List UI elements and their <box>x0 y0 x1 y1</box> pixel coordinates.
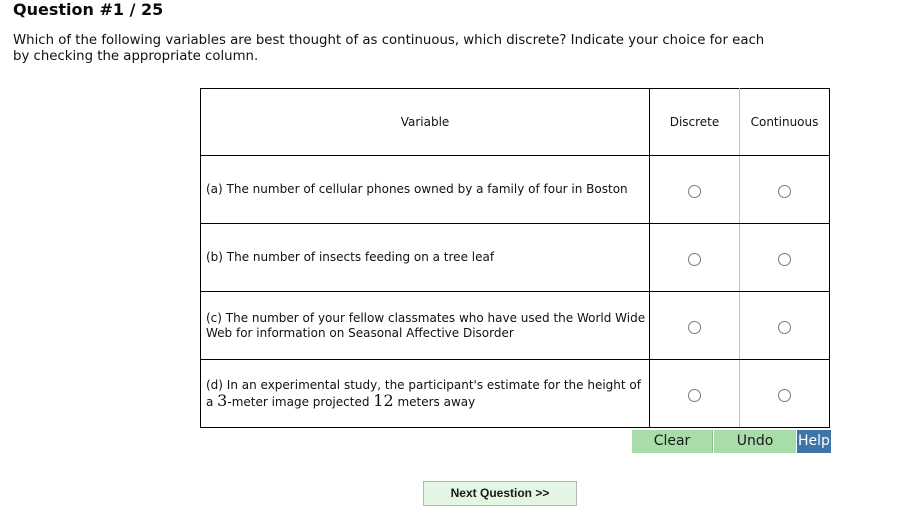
question-prompt: Which of the following variables are bes… <box>13 33 765 64</box>
discrete-cell <box>649 155 740 224</box>
discrete-cell <box>649 359 740 428</box>
variable-label-suffix: meters away <box>393 394 476 409</box>
classification-table: Variable Discrete Continuous (a) The num… <box>200 88 830 428</box>
continuous-column-header: Continuous <box>739 88 830 156</box>
table-row: (d) In an experimental study, the partic… <box>200 359 830 428</box>
variable-label-line1: (d) In an experimental study, the partic… <box>206 377 641 392</box>
help-button[interactable]: Help <box>797 430 831 453</box>
discrete-cell <box>649 291 740 360</box>
clear-button[interactable]: Clear <box>632 430 713 453</box>
table-row: (c) The number of your fellow classmates… <box>200 291 830 360</box>
variable-label-prefix: a <box>206 394 218 409</box>
undo-button[interactable]: Undo <box>714 430 796 453</box>
variable-label-middle: -meter image projected <box>227 394 374 409</box>
next-question-button[interactable]: Next Question >> <box>423 481 577 506</box>
table-row: (a) The number of cellular phones owned … <box>200 155 830 224</box>
math-number: 3 <box>217 390 228 410</box>
question-title: Question #1 / 25 <box>13 0 164 19</box>
discrete-radio[interactable] <box>688 321 701 334</box>
discrete-radio[interactable] <box>688 253 701 266</box>
variable-label: (c) The number of your fellow classmates… <box>200 291 650 360</box>
discrete-cell <box>649 223 740 292</box>
continuous-cell <box>739 291 830 360</box>
variable-label: (d) In an experimental study, the partic… <box>200 359 650 428</box>
variable-label: (a) The number of cellular phones owned … <box>200 155 650 224</box>
answer-action-bar: Clear Undo Help <box>632 430 831 453</box>
math-number: 12 <box>373 390 394 410</box>
table-row: (b) The number of insects feeding on a t… <box>200 223 830 292</box>
continuous-radio[interactable] <box>778 253 791 266</box>
discrete-column-header: Discrete <box>649 88 740 156</box>
table-header-row: Variable Discrete Continuous <box>200 88 830 156</box>
discrete-radio[interactable] <box>688 389 701 402</box>
continuous-radio[interactable] <box>778 389 791 402</box>
discrete-radio[interactable] <box>688 185 701 198</box>
continuous-cell <box>739 223 830 292</box>
continuous-radio[interactable] <box>778 185 791 198</box>
continuous-cell <box>739 155 830 224</box>
continuous-cell <box>739 359 830 428</box>
continuous-radio[interactable] <box>778 321 791 334</box>
variable-column-header: Variable <box>200 88 650 156</box>
variable-label: (b) The number of insects feeding on a t… <box>200 223 650 292</box>
